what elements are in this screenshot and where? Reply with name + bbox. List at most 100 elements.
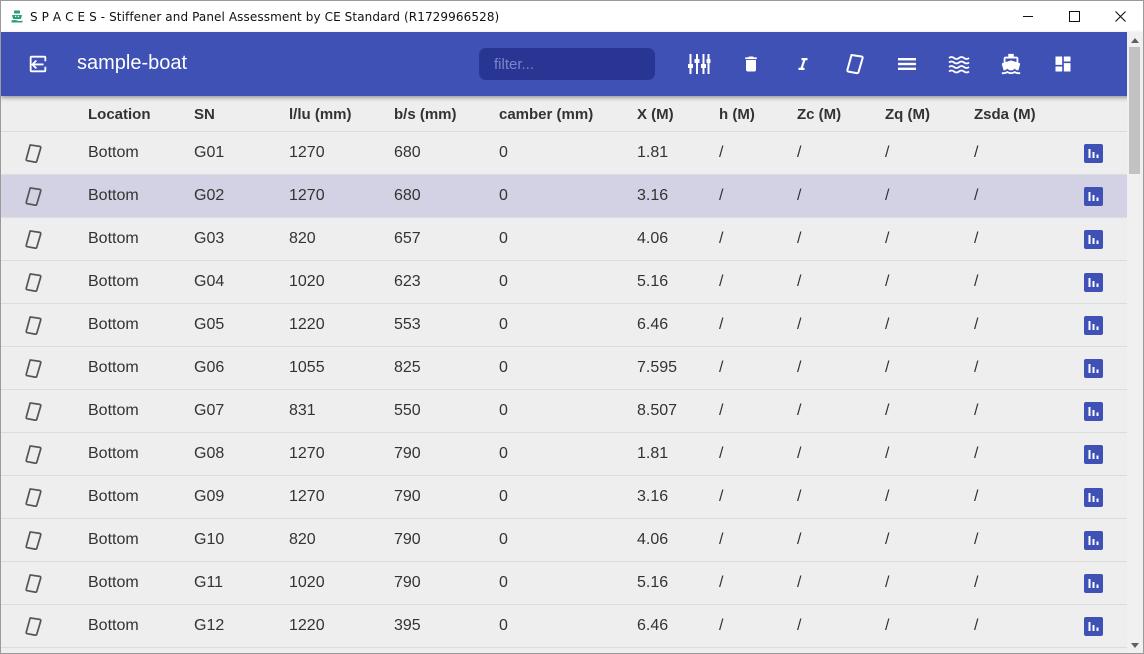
italic-button[interactable] (787, 48, 819, 80)
column-header-location[interactable]: Location (88, 96, 151, 131)
chart-button-badge[interactable] (1084, 143, 1103, 163)
bar-chart-icon (1088, 234, 1099, 244)
chart-button-badge[interactable] (1084, 229, 1103, 249)
row-panel-button[interactable] (23, 390, 43, 432)
column-header-camber[interactable]: camber (mm) (499, 96, 593, 131)
chart-button-badge[interactable] (1084, 315, 1103, 335)
chart-button-badge[interactable] (1084, 530, 1103, 550)
column-header-zq[interactable]: Zq (M) (885, 96, 930, 131)
table-row[interactable]: Bottom G11 1020 790 0 5.16 / / / / (1, 562, 1127, 605)
column-header-zsda[interactable]: Zsda (M) (974, 96, 1036, 131)
row-chart-button[interactable] (1084, 433, 1103, 475)
cell-zsda: / (974, 316, 979, 333)
app-window: S P A C E S - Stiffener and Panel Assess… (0, 0, 1144, 654)
cell-zsda: / (974, 402, 979, 419)
scroll-down-button[interactable] (1127, 637, 1143, 653)
row-chart-button[interactable] (1084, 218, 1103, 260)
vessel-button[interactable] (995, 48, 1027, 80)
close-button[interactable] (1097, 1, 1143, 32)
row-panel-button[interactable] (23, 476, 43, 518)
row-chart-button[interactable] (1084, 519, 1103, 561)
row-chart-button[interactable] (1084, 476, 1103, 518)
cell-h: / (719, 445, 724, 462)
panel-button[interactable] (839, 48, 871, 80)
waves-button[interactable] (943, 48, 975, 80)
table-row[interactable]: Bottom G08 1270 790 0 1.81 / / / / (1, 433, 1127, 476)
cell-spacing: 623 (394, 273, 421, 290)
column-header-length[interactable]: l/lu (mm) (289, 96, 352, 131)
table-row[interactable]: Bottom G04 1020 623 0 5.16 / / / / (1, 261, 1127, 304)
chart-button-badge[interactable] (1084, 487, 1103, 507)
table-row[interactable]: Bottom G09 1270 790 0 3.16 / / / / (1, 476, 1127, 519)
app-toolbar: sample-boat (1, 32, 1143, 96)
cell-zc: / (797, 273, 802, 290)
cell-x: 1.81 (637, 445, 669, 462)
filter-input[interactable] (479, 48, 655, 80)
chart-button-badge[interactable] (1084, 186, 1103, 206)
cell-length: 1270 (289, 488, 325, 505)
minimize-button[interactable] (1005, 1, 1051, 32)
bar-chart-icon (1088, 191, 1099, 201)
row-panel-button[interactable] (23, 132, 43, 174)
bar-chart-icon (1088, 621, 1099, 631)
maximize-icon (1068, 11, 1080, 22)
chart-button-badge[interactable] (1084, 401, 1103, 421)
column-header-zc[interactable]: Zc (M) (797, 96, 841, 131)
table-row[interactable]: Bottom G06 1055 825 0 7.595 / / / / (1, 347, 1127, 390)
vertical-scrollbar[interactable] (1127, 32, 1143, 653)
row-chart-button[interactable] (1084, 304, 1103, 346)
tune-button[interactable] (683, 48, 715, 80)
table-row[interactable]: Bottom G07 831 550 0 8.507 / / / / (1, 390, 1127, 433)
cell-x: 4.06 (637, 230, 669, 247)
scroll-thumb[interactable] (1129, 47, 1140, 174)
row-panel-button[interactable] (23, 433, 43, 475)
row-chart-button[interactable] (1084, 132, 1103, 174)
table-header: Location SN l/lu (mm) b/s (mm) camber (m… (1, 96, 1127, 132)
table-row[interactable]: Bottom G12 1220 395 0 6.46 / / / / (1, 605, 1127, 648)
cell-x: 4.06 (637, 531, 669, 548)
chart-button-badge[interactable] (1084, 573, 1103, 593)
row-panel-button[interactable] (23, 347, 43, 389)
table-row[interactable]: Bottom G05 1220 553 0 6.46 / / / / (1, 304, 1127, 347)
cell-length: 1270 (289, 144, 325, 161)
row-panel-button[interactable] (23, 261, 43, 303)
cell-zsda: / (974, 574, 979, 591)
row-chart-button[interactable] (1084, 605, 1103, 647)
table-row[interactable]: Bottom G03 820 657 0 4.06 / / / / (1, 218, 1127, 261)
panel-icon (24, 272, 42, 292)
row-panel-button[interactable] (23, 519, 43, 561)
chart-button-badge[interactable] (1084, 358, 1103, 378)
row-panel-button[interactable] (23, 218, 43, 260)
row-panel-button[interactable] (23, 562, 43, 604)
panel-icon (24, 530, 42, 550)
cell-zq: / (885, 273, 890, 290)
table-row[interactable]: Bottom G02 1270 680 0 3.16 / / / / (1, 175, 1127, 218)
table-row[interactable]: Bottom G10 820 790 0 4.06 / / / / (1, 519, 1127, 562)
row-chart-button[interactable] (1084, 347, 1103, 389)
chart-button-badge[interactable] (1084, 444, 1103, 464)
back-button[interactable] (23, 49, 53, 79)
chart-button-badge[interactable] (1084, 616, 1103, 636)
maximize-button[interactable] (1051, 1, 1097, 32)
column-header-spacing[interactable]: b/s (mm) (394, 96, 457, 131)
row-chart-button[interactable] (1084, 562, 1103, 604)
panel-icon (24, 315, 42, 335)
row-chart-button[interactable] (1084, 261, 1103, 303)
chart-button-badge[interactable] (1084, 272, 1103, 292)
row-chart-button[interactable] (1084, 175, 1103, 217)
scroll-up-button[interactable] (1127, 32, 1143, 48)
delete-button[interactable] (735, 48, 767, 80)
row-chart-button[interactable] (1084, 390, 1103, 432)
panel-icon (24, 143, 42, 163)
cell-zsda: / (974, 359, 979, 376)
row-panel-button[interactable] (23, 175, 43, 217)
layers-button[interactable] (891, 48, 923, 80)
boat-icon (11, 10, 23, 23)
row-panel-button[interactable] (23, 605, 43, 647)
column-header-h[interactable]: h (M) (719, 96, 755, 131)
dashboard-button[interactable] (1047, 48, 1079, 80)
column-header-x[interactable]: X (M) (637, 96, 674, 131)
row-panel-button[interactable] (23, 304, 43, 346)
table-row[interactable]: Bottom G01 1270 680 0 1.81 / / / / (1, 132, 1127, 175)
column-header-sn[interactable]: SN (194, 96, 215, 131)
